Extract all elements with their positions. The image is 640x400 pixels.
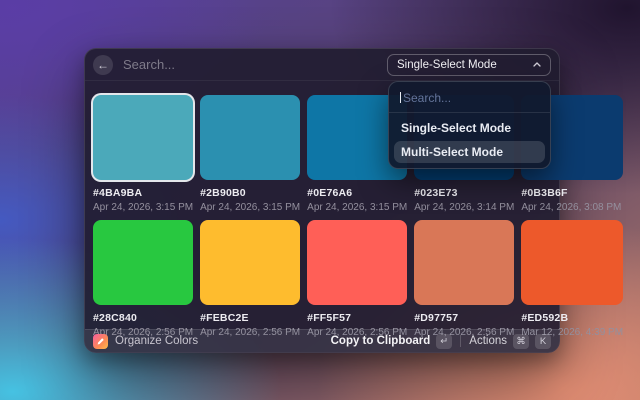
color-swatch[interactable] <box>93 220 193 305</box>
color-swatch[interactable] <box>414 220 514 305</box>
chevron-up-icon <box>533 62 541 67</box>
color-swatch-card: #4BA9BA Apr 24, 2026, 3:15 PM <box>93 95 193 213</box>
color-swatch-card: #28C840 Apr 24, 2026, 2:56 PM <box>93 220 193 338</box>
color-swatch-card: #2B90B0 Apr 24, 2026, 3:15 PM <box>200 95 300 213</box>
dropdown-option-single-select[interactable]: Single-Select Mode <box>394 117 545 139</box>
topbar: ← Search... Single-Select Mode <box>85 49 559 81</box>
return-key-icon: ↵ <box>436 334 452 349</box>
swatch-date-label: Apr 24, 2026, 3:15 PM <box>93 202 193 213</box>
color-swatch-card: #ED592B Mar 12, 2026, 4:39 PM <box>521 220 623 338</box>
mode-select-value: Single-Select Mode <box>397 59 497 71</box>
pencil-icon <box>96 337 105 346</box>
dropdown-divider <box>389 112 550 113</box>
swatch-hex-label: #28C840 <box>93 312 193 324</box>
color-swatch[interactable] <box>93 95 193 180</box>
bottombar: Organize Colors Copy to Clipboard ↵ Acti… <box>85 329 559 352</box>
back-arrow-icon: ← <box>97 59 109 71</box>
app-title: Organize Colors <box>115 335 198 347</box>
swatch-hex-label: #ED592B <box>521 312 623 324</box>
swatch-date-label: Apr 24, 2026, 3:15 PM <box>307 202 407 213</box>
swatch-hex-label: #FF5F57 <box>307 312 407 324</box>
color-swatch-card: #D97757 Apr 24, 2026, 2:56 PM <box>414 220 514 338</box>
swatch-hex-label: #FEBC2E <box>200 312 300 324</box>
swatch-date-label: Apr 24, 2026, 3:14 PM <box>414 202 514 213</box>
color-swatch[interactable] <box>521 220 623 305</box>
copy-to-clipboard-button[interactable]: Copy to Clipboard <box>331 335 431 347</box>
search-input[interactable]: Search... <box>123 57 175 72</box>
mode-select-dropdown-panel: Search... Single-Select Mode Multi-Selec… <box>388 81 551 169</box>
swatch-date-label: Apr 24, 2026, 3:15 PM <box>200 202 300 213</box>
swatch-hex-label: #0B3B6F <box>521 187 623 199</box>
k-key-icon: K <box>535 334 551 349</box>
mode-select-dropdown-button[interactable]: Single-Select Mode <box>387 54 551 76</box>
back-button[interactable]: ← <box>93 55 113 75</box>
swatch-hex-label: #023E73 <box>414 187 514 199</box>
desktop-background: { "topbar": { "search_placeholder": "Sea… <box>0 0 640 400</box>
swatch-date-label: Apr 24, 2026, 3:08 PM <box>521 202 623 213</box>
swatch-hex-label: #0E76A6 <box>307 187 407 199</box>
text-cursor <box>400 92 401 103</box>
bar-divider <box>460 335 461 347</box>
color-swatch[interactable] <box>200 95 300 180</box>
color-swatch[interactable] <box>200 220 300 305</box>
color-swatch[interactable] <box>307 220 407 305</box>
command-key-icon: ⌘ <box>513 334 529 349</box>
actions-button[interactable]: Actions <box>469 335 507 347</box>
swatch-hex-label: #D97757 <box>414 312 514 324</box>
organize-colors-window: ← Search... Single-Select Mode #4BA9BA A… <box>84 48 560 353</box>
dropdown-option-multi-select[interactable]: Multi-Select Mode <box>394 141 545 163</box>
color-swatch-card: #FF5F57 Apr 24, 2026, 2:56 PM <box>307 220 407 338</box>
swatch-hex-label: #4BA9BA <box>93 187 193 199</box>
color-swatch-card: #FEBC2E Apr 24, 2026, 2:56 PM <box>200 220 300 338</box>
organize-colors-app-icon <box>93 334 108 349</box>
dropdown-search-input[interactable]: Search... <box>394 87 545 110</box>
swatch-hex-label: #2B90B0 <box>200 187 300 199</box>
